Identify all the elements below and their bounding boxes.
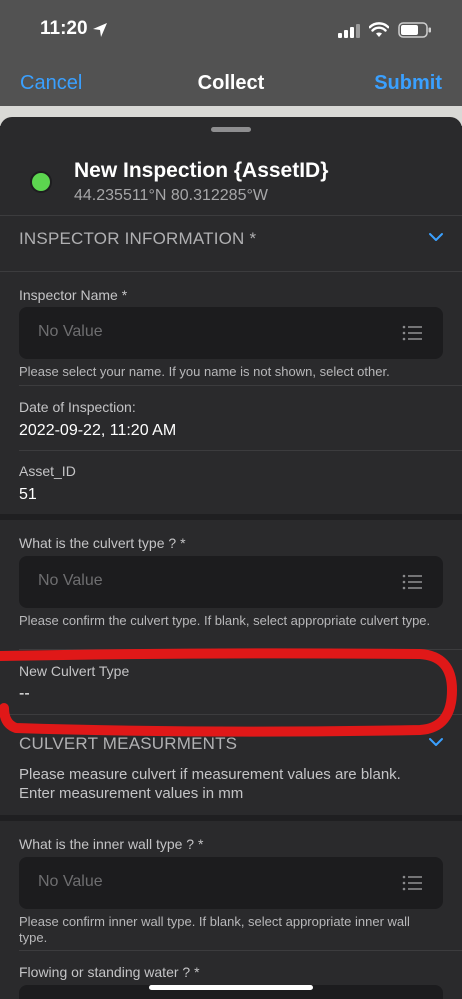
culvert-type-placeholder: No Value [38,572,103,589]
culvert-type-label: What is the culvert type ? * [19,535,186,551]
record-header: New Inspection {AssetID} 44.235511°N 80.… [0,133,462,215]
chevron-down-icon [429,738,443,746]
section-description: Please measure culvert if measurement va… [19,766,401,802]
date-label: Date of Inspection: [19,399,136,415]
sheet-grabber[interactable] [211,127,251,132]
new-culvert-type-value: -- [19,685,30,702]
inner-wall-label: What is the inner wall type ? * [19,836,204,852]
divider [19,649,462,650]
divider [19,450,462,451]
inner-wall-field[interactable]: No Value [19,857,443,909]
inner-wall-placeholder: No Value [38,873,103,890]
inspector-name-hint: Please select your name. If you name is … [19,364,390,379]
asset-id-value: 51 [19,486,37,503]
inner-wall-hint: Please confirm inner wall type. If blank… [19,914,410,945]
divider [0,271,462,272]
battery-icon [398,22,431,38]
section-header-culvert-measurements[interactable]: CULVERT MEASURMENTS Please measure culve… [0,715,462,815]
section-gap [0,514,462,520]
list-icon [402,875,422,891]
date-value: 2022-09-22, 11:20 AM [19,422,177,439]
submit-button[interactable]: Submit [374,72,442,95]
section-title: CULVERT MEASURMENTS [19,734,238,753]
home-indicator[interactable] [149,985,313,990]
culvert-type-field[interactable]: No Value [19,556,443,608]
section-header-inspector-information[interactable]: INSPECTOR INFORMATION * [0,216,462,271]
form-sheet: New Inspection {AssetID} 44.235511°N 80.… [0,117,462,999]
status-dot-icon [30,171,52,193]
status-time: 11:20 [40,18,88,39]
inspector-name-label: Inspector Name * [19,287,128,303]
divider [19,950,462,951]
inspector-name-field[interactable]: No Value [19,307,443,359]
water-label: Flowing or standing water ? * [19,964,200,980]
divider [19,385,462,386]
section-title: INSPECTOR INFORMATION * [19,229,257,248]
new-culvert-type-label: New Culvert Type [19,663,130,679]
chevron-down-icon [429,233,443,241]
navigation-bar: Collect Cancel Submit [0,60,462,106]
wifi-icon [369,22,389,37]
location-arrow-icon [93,23,107,37]
status-bar: 11:20 [0,0,462,60]
cancel-button[interactable]: Cancel [20,72,82,95]
inspector-name-placeholder: No Value [38,323,103,340]
section-gap [0,815,462,821]
asset-id-label: Asset_ID [19,463,76,479]
culvert-type-hint: Please confirm the culvert type. If blan… [19,613,431,628]
cellular-signal-icon [338,24,360,38]
record-coordinates: 44.235511°N 80.312285°W [74,187,268,204]
record-title: New Inspection {AssetID} [74,159,329,182]
list-icon [402,574,422,590]
list-icon [402,325,422,341]
